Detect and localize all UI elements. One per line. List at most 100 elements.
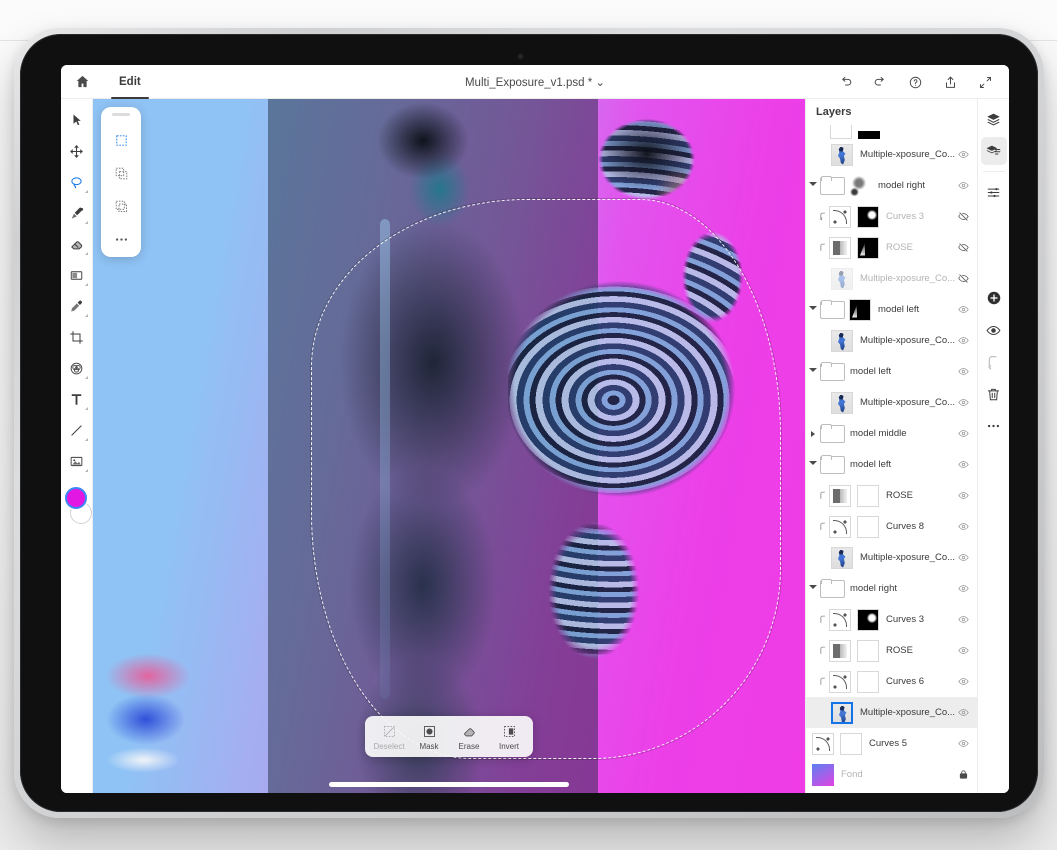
layer-mask-thumbnail[interactable] — [857, 608, 879, 631]
layer-mask-thumbnail[interactable] — [857, 515, 879, 538]
table-row[interactable]: Multiple-xposure_Co... — [806, 139, 977, 170]
redo-icon[interactable] — [863, 65, 898, 99]
group-disclosure-triangle[interactable] — [806, 430, 820, 437]
text-tool[interactable] — [63, 384, 91, 414]
layer-thumbnail[interactable] — [831, 546, 853, 569]
more-options[interactable] — [106, 224, 136, 254]
group-folder-icon[interactable] — [820, 300, 845, 319]
select-tool[interactable] — [63, 105, 91, 135]
table-row[interactable]: model left — [806, 356, 977, 387]
table-row[interactable]: model middle — [806, 418, 977, 449]
adjustment-thumbnail[interactable] — [829, 484, 851, 507]
layer-visibility-icon[interactable] — [955, 521, 971, 532]
group-folder-icon[interactable] — [820, 362, 845, 381]
layer-thumbnail[interactable] — [831, 701, 853, 724]
lasso-tool[interactable] — [63, 167, 91, 197]
layer-visibility-icon[interactable] — [955, 397, 971, 408]
layer-visibility-icon[interactable] — [955, 273, 971, 284]
color-swatches[interactable] — [63, 487, 92, 533]
layer-visibility-icon[interactable] — [955, 738, 971, 749]
layer-visibility-icon[interactable] — [955, 180, 971, 191]
brush-tool[interactable] — [63, 198, 91, 228]
table-row[interactable]: model right — [806, 170, 977, 201]
table-row[interactable]: Curves 3 — [806, 201, 977, 232]
table-row[interactable]: Curves 8 — [806, 511, 977, 542]
table-row[interactable]: model right — [806, 573, 977, 604]
table-row[interactable]: Curves 3 — [806, 604, 977, 635]
delete-layer-icon[interactable] — [981, 380, 1007, 408]
eraser-tool[interactable] — [63, 229, 91, 259]
add-layer-icon[interactable] — [981, 284, 1007, 312]
layers-stack-icon[interactable] — [981, 105, 1007, 133]
layer-visibility-icon[interactable] — [955, 304, 971, 315]
group-disclosure-triangle[interactable] — [806, 182, 820, 189]
heal-tool[interactable] — [63, 291, 91, 321]
table-row[interactable] — [806, 125, 977, 139]
adjustment-thumbnail[interactable] — [829, 205, 851, 228]
table-row[interactable]: Multiple-xposure_Co... — [806, 387, 977, 418]
layer-visibility-icon[interactable] — [955, 242, 971, 253]
table-row[interactable]: Multiple-xposure_Co... — [806, 263, 977, 294]
group-folder-icon[interactable] — [820, 424, 845, 443]
layer-list[interactable]: Multiple-xposure_Co... model right Curve… — [806, 125, 977, 793]
layer-mask-thumbnail[interactable] — [849, 298, 871, 321]
adjustment-thumbnail[interactable] — [829, 236, 851, 259]
group-folder-icon[interactable] — [820, 455, 845, 474]
layer-mask-thumbnail[interactable] — [857, 670, 879, 693]
table-row[interactable]: Multiple-xposure_Co... — [806, 542, 977, 573]
layer-thumbnail[interactable] — [831, 143, 853, 166]
share-icon[interactable] — [933, 65, 968, 99]
new-selection-option[interactable] — [106, 125, 136, 155]
layer-mask-thumbnail[interactable] — [830, 125, 852, 139]
canvas-area[interactable]: Deselect Mask Erase Invert — [93, 99, 805, 793]
table-row[interactable]: Multiple-xposure_Co... — [806, 325, 977, 356]
adjustment-thumbnail[interactable] — [812, 732, 834, 755]
layer-mask-thumbnail[interactable] — [857, 484, 879, 507]
subtract-selection-option[interactable] — [106, 191, 136, 221]
group-folder-icon[interactable] — [820, 579, 845, 598]
layer-mask-thumbnail[interactable] — [857, 205, 879, 228]
adjustment-thumbnail[interactable] — [829, 515, 851, 538]
table-row[interactable]: Fond — [806, 759, 977, 790]
layer-visibility-icon[interactable] — [955, 707, 971, 718]
clipping-mask-icon[interactable] — [981, 348, 1007, 376]
layer-visibility-icon[interactable] — [955, 211, 971, 222]
adjustments-sliders-icon[interactable] — [981, 178, 1007, 206]
adjustment-thumbnail[interactable] — [829, 670, 851, 693]
table-row[interactable]: model left — [806, 449, 977, 480]
layer-lock-icon[interactable] — [955, 769, 971, 780]
group-disclosure-triangle[interactable] — [806, 461, 820, 468]
undo-icon[interactable] — [828, 65, 863, 99]
tool-options-popover[interactable] — [101, 107, 141, 257]
group-disclosure-triangle[interactable] — [806, 368, 820, 375]
expand-icon[interactable] — [968, 65, 1003, 99]
tab-edit[interactable]: Edit — [103, 65, 157, 99]
layer-thumbnail[interactable] — [831, 391, 853, 414]
layer-mask-thumbnail[interactable] — [858, 131, 880, 139]
layer-mask-thumbnail[interactable] — [857, 639, 879, 662]
drag-handle[interactable] — [112, 113, 130, 116]
adjustment-thumbnail[interactable] — [829, 608, 851, 631]
deselect-action[interactable]: Deselect — [369, 722, 409, 753]
layer-visibility-icon[interactable] — [955, 583, 971, 594]
layer-visibility-icon[interactable] — [955, 552, 971, 563]
table-row[interactable]: ROSE — [806, 480, 977, 511]
adjust-tool[interactable] — [63, 353, 91, 383]
layer-visibility-icon[interactable] — [955, 428, 971, 439]
place-image-tool[interactable] — [63, 446, 91, 476]
layer-mask-thumbnail[interactable] — [840, 732, 862, 755]
table-row[interactable]: ROSE — [806, 232, 977, 263]
layer-mask-thumbnail[interactable] — [857, 236, 879, 259]
layer-visibility-icon[interactable] — [955, 490, 971, 501]
layer-mask-thumbnail[interactable] — [849, 174, 871, 197]
foreground-color-swatch[interactable] — [64, 487, 87, 509]
move-tool[interactable] — [63, 136, 91, 166]
adjustment-thumbnail[interactable] — [829, 639, 851, 662]
table-row[interactable]: Multiple-xposure_Co... — [806, 697, 977, 728]
layer-visibility-icon[interactable] — [955, 614, 971, 625]
table-row[interactable]: ROSE — [806, 635, 977, 666]
layer-visibility-icon[interactable] — [955, 366, 971, 377]
table-row[interactable]: Curves 6 — [806, 666, 977, 697]
layer-thumbnail[interactable] — [831, 267, 853, 290]
add-selection-option[interactable] — [106, 158, 136, 188]
